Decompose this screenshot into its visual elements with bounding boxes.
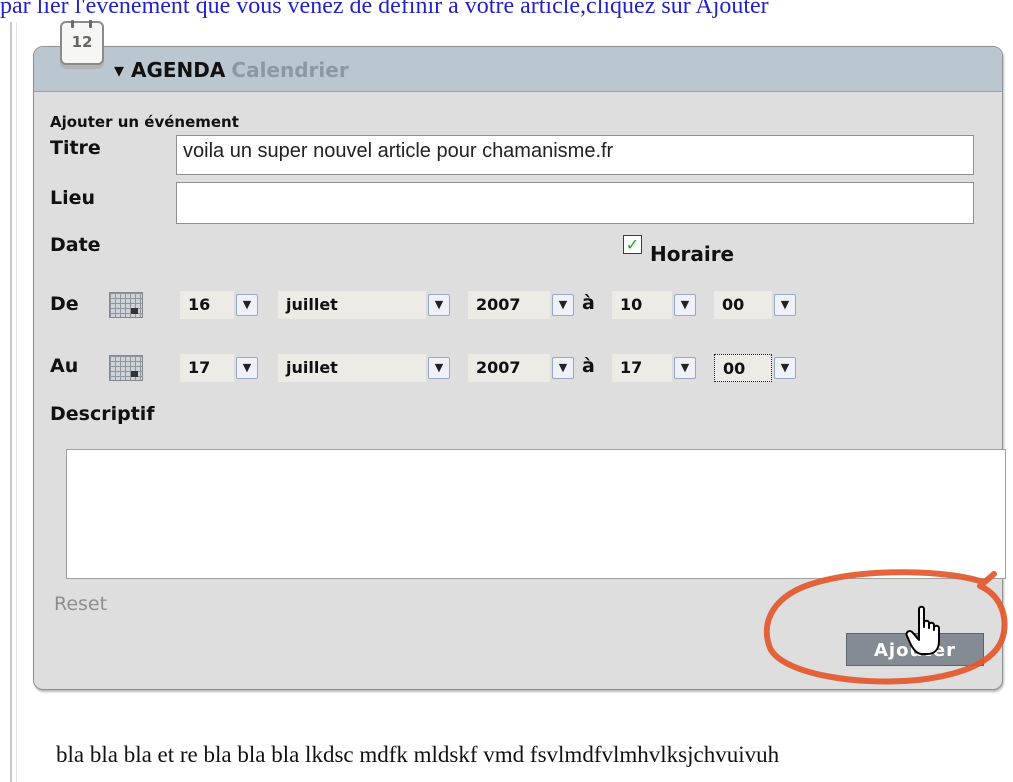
chevron-down-icon[interactable]: ▼ [674,357,696,379]
au-a-separator: à [582,355,595,377]
au-month-select[interactable]: juillet ▼ [278,354,450,382]
chevron-down-icon[interactable]: ▼ [236,357,258,379]
left-border-rule [10,22,12,782]
calendar-page-icon: 12 [60,20,104,65]
descriptif-label: Descriptif [50,403,155,425]
de-hour-value: 10 [612,291,672,319]
de-a-separator: à [582,292,595,314]
chevron-down-icon[interactable]: ▼ [552,357,574,379]
au-year-select[interactable]: 2007 ▼ [468,354,574,382]
au-day-value: 17 [180,354,234,382]
de-minute-select[interactable]: 00 ▼ [714,291,796,319]
au-minute-value: 00 [714,354,772,382]
au-month-value: juillet [278,354,426,382]
panel-header[interactable]: 12 ▾ AGENDA Calendrier [34,20,1002,92]
calendar-subtitle: Calendrier [231,58,349,82]
chevron-down-icon[interactable]: ▼ [428,294,450,316]
de-year-select[interactable]: 2007 ▼ [468,291,574,319]
au-year-value: 2007 [468,354,550,382]
de-minute-value: 00 [714,291,772,319]
titre-label: Titre [50,137,101,159]
horaire-label[interactable]: Horaire [650,242,734,266]
article-body-text: bla bla bla et re bla bla bla lkdsc mdfk… [56,742,780,767]
agenda-panel: 12 ▾ AGENDA Calendrier Ajouter un événeme… [33,20,1006,690]
au-day-select[interactable]: 17 ▼ [180,354,258,382]
chevron-down-icon[interactable]: ▼ [774,294,796,316]
date-label: Date [50,234,101,256]
chevron-down-icon[interactable]: ▼ [774,357,796,379]
panel-title[interactable]: ▾ AGENDA Calendrier [114,58,349,82]
titre-input[interactable]: voila un super nouvel article pour chama… [176,135,974,175]
de-label: De [50,293,79,315]
check-icon: ✓ [625,235,640,254]
reset-link[interactable]: Reset [54,593,107,615]
chevron-down-icon[interactable]: ▼ [236,294,258,316]
au-minute-select[interactable]: 00 ▼ [714,354,796,382]
left-border-rule-inner [16,22,17,782]
de-day-value: 16 [180,291,234,319]
au-label: Au [50,355,79,377]
lieu-input[interactable] [176,182,974,224]
horaire-checkbox[interactable]: ✓ [623,235,642,254]
instruction-text: par lier l'évènement que vous venez de d… [0,0,769,19]
form-subtitle: Ajouter un événement [50,113,239,131]
de-month-select[interactable]: juillet ▼ [278,291,450,319]
de-day-select[interactable]: 16 ▼ [180,291,258,319]
ajouter-button[interactable]: Ajouter [846,633,984,666]
descriptif-textarea[interactable] [66,449,1006,579]
de-year-value: 2007 [468,291,550,319]
calendar-day-number: 12 [71,33,93,51]
lieu-label: Lieu [50,187,96,209]
agenda-title: ▾ AGENDA [114,58,226,82]
de-month-value: juillet [278,291,426,319]
au-hour-value: 17 [612,354,672,382]
au-calendar-grid-icon[interactable] [109,355,143,381]
chevron-down-icon[interactable]: ▼ [428,357,450,379]
au-hour-select[interactable]: 17 ▼ [612,354,696,382]
de-calendar-grid-icon[interactable] [109,292,143,318]
chevron-down-icon[interactable]: ▼ [552,294,574,316]
chevron-down-icon[interactable]: ▼ [674,294,696,316]
de-hour-select[interactable]: 10 ▼ [612,291,696,319]
